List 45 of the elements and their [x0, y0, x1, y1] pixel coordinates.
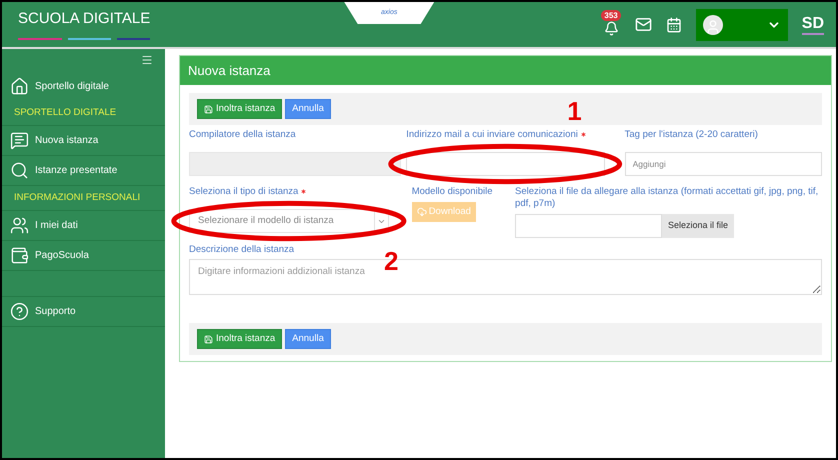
sidebar-item[interactable]: I miei dati: [2, 211, 165, 241]
calendar-icon[interactable]: [666, 16, 682, 32]
sidebar-item[interactable]: Istanze presentate: [2, 156, 165, 186]
submit-button[interactable]: Inoltra istanza: [197, 99, 282, 119]
field-label: Modello disponibile: [412, 186, 492, 198]
sidebar-item[interactable]: PagoScuola: [2, 241, 165, 271]
home-icon: [10, 76, 29, 96]
field-label: Compilatore della istanza: [189, 129, 296, 141]
search-icon: [10, 161, 29, 180]
sidebar-item[interactable]: Sportello digitale: [2, 71, 165, 101]
select-file-button[interactable]: Seleziona il file: [662, 214, 734, 238]
avatar-icon: [702, 14, 723, 34]
panel-title: Nuova istanza: [180, 56, 831, 85]
app-logo: SCUOLA DIGITALE: [18, 8, 150, 28]
sidebar-item[interactable]: Nuova istanza: [2, 126, 165, 156]
user-menu-button[interactable]: [696, 8, 788, 40]
users-icon: [10, 216, 29, 235]
sidebar-section-heading: INFORMAZIONI PERSONALI: [2, 186, 165, 211]
submit-button[interactable]: Inoltra istanza: [197, 329, 282, 349]
tags-field[interactable]: Aggiungi: [624, 152, 822, 176]
user-initials[interactable]: SD: [802, 14, 824, 34]
logo-underline-icon: [18, 38, 150, 40]
field-label: Seleziona il tipo di istanza: [189, 186, 298, 198]
mail-icon[interactable]: [634, 16, 652, 33]
save-icon: [204, 104, 213, 114]
notification-badge: 353: [601, 10, 621, 20]
annotation-number: 1: [567, 97, 582, 125]
chat-icon: [10, 131, 29, 150]
email-field[interactable]: [406, 152, 605, 176]
sidebar-item[interactable]: Supporto: [2, 297, 165, 327]
field-label: Tag per l'istanza (2-20 caratteri): [624, 129, 758, 141]
cloud-download-icon: [416, 207, 427, 217]
menu-icon[interactable]: [141, 54, 153, 66]
file-field[interactable]: [515, 214, 662, 238]
cancel-button[interactable]: Annulla: [285, 99, 331, 119]
field-label: Indirizzo mail a cui inviare comunicazioni: [406, 129, 578, 141]
sidebar-section-heading: SPORTELLO DIGITALE: [2, 101, 165, 126]
wallet-icon: [10, 246, 29, 265]
field-label: Descrizione della istanza: [189, 244, 294, 256]
cancel-button[interactable]: Annulla: [285, 329, 331, 349]
save-icon: [204, 334, 213, 344]
help-icon: [10, 302, 29, 321]
bell-icon[interactable]: [604, 20, 619, 36]
instance-type-select[interactable]: Selezionare il modello di istanza: [189, 209, 389, 233]
field-label: Seleziona il file da allegare alla istanza (formati accettati gif, jpg, png, tif, pdf, p7m): [515, 186, 820, 210]
